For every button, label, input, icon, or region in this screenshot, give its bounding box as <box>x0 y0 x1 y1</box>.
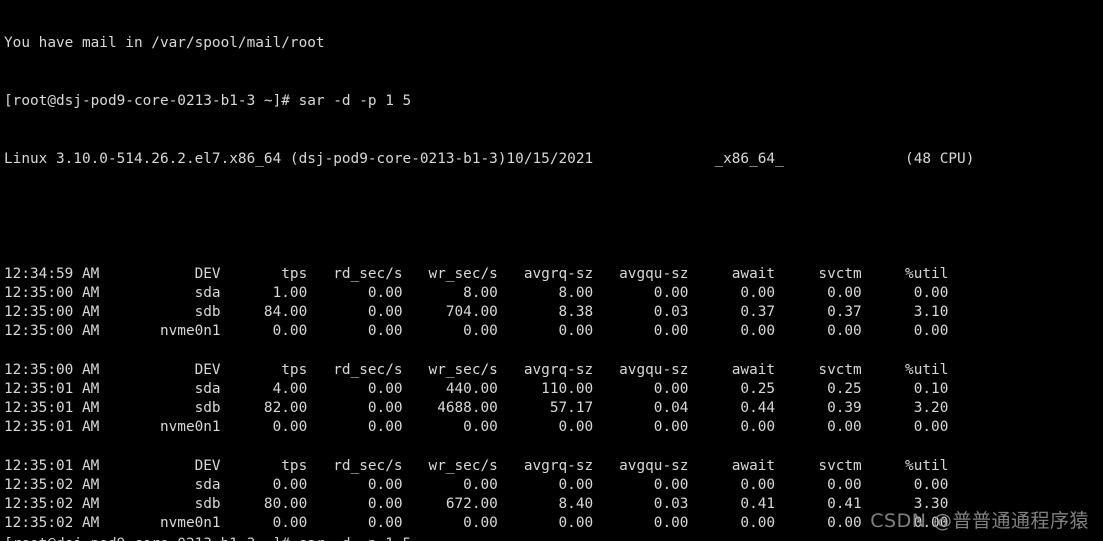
sar-device-row: 12:35:02 AM sdb 80.00 0.00 672.00 8.40 0… <box>4 496 949 513</box>
sar-column-header-row: 12:34:59 AM DEV tps rd_sec/s wr_sec/s av… <box>4 265 949 282</box>
mail-notice-line-top: You have mail in /var/spool/mail/root <box>4 35 325 52</box>
shell-prompt-line: [root@dsj-pod9-core-0213-b1-3 ~]# sar -d… <box>4 93 412 109</box>
sar-device-row: 12:35:02 AM nvme0n1 0.00 0.00 0.00 0.00 … <box>4 515 949 532</box>
sar-device-row: 12:35:00 AM nvme0n1 0.00 0.00 0.00 0.00 … <box>4 323 949 340</box>
sar-banner-line: Linux 3.10.0-514.26.2.el7.x86_64 (dsj-po… <box>4 150 975 167</box>
sar-device-row: 12:35:01 AM sda 4.00 0.00 440.00 110.00 … <box>4 380 949 397</box>
sar-device-row: 12:35:00 AM sda 1.00 0.00 8.00 8.00 0.00… <box>4 284 949 301</box>
sar-column-header-row: 12:35:00 AM DEV tps rd_sec/s wr_sec/s av… <box>4 361 949 378</box>
terminal-window[interactable]: You have mail in /var/spool/mail/root [r… <box>0 0 1103 541</box>
sar-device-row: 12:35:01 AM nvme0n1 0.00 0.00 0.00 0.00 … <box>4 419 949 436</box>
sar-device-row: 12:35:00 AM sdb 84.00 0.00 704.00 8.38 0… <box>4 304 949 321</box>
sar-device-row: 12:35:02 AM sda 0.00 0.00 0.00 0.00 0.00… <box>4 476 949 493</box>
shell-prompt-line-bottom-partial: [root@dsj-pod9-core-0213-b1-3 ~]# sar -d… <box>4 535 411 541</box>
sar-device-row: 12:35:01 AM sdb 82.00 0.00 4688.00 57.17… <box>4 400 949 417</box>
sar-column-header-row: 12:35:01 AM DEV tps rd_sec/s wr_sec/s av… <box>4 457 949 474</box>
sar-output-blocks: 12:34:59 AM DEV tps rd_sec/s wr_sec/s av… <box>4 265 974 541</box>
terminal-screen: You have mail in /var/spool/mail/root [r… <box>4 0 974 541</box>
